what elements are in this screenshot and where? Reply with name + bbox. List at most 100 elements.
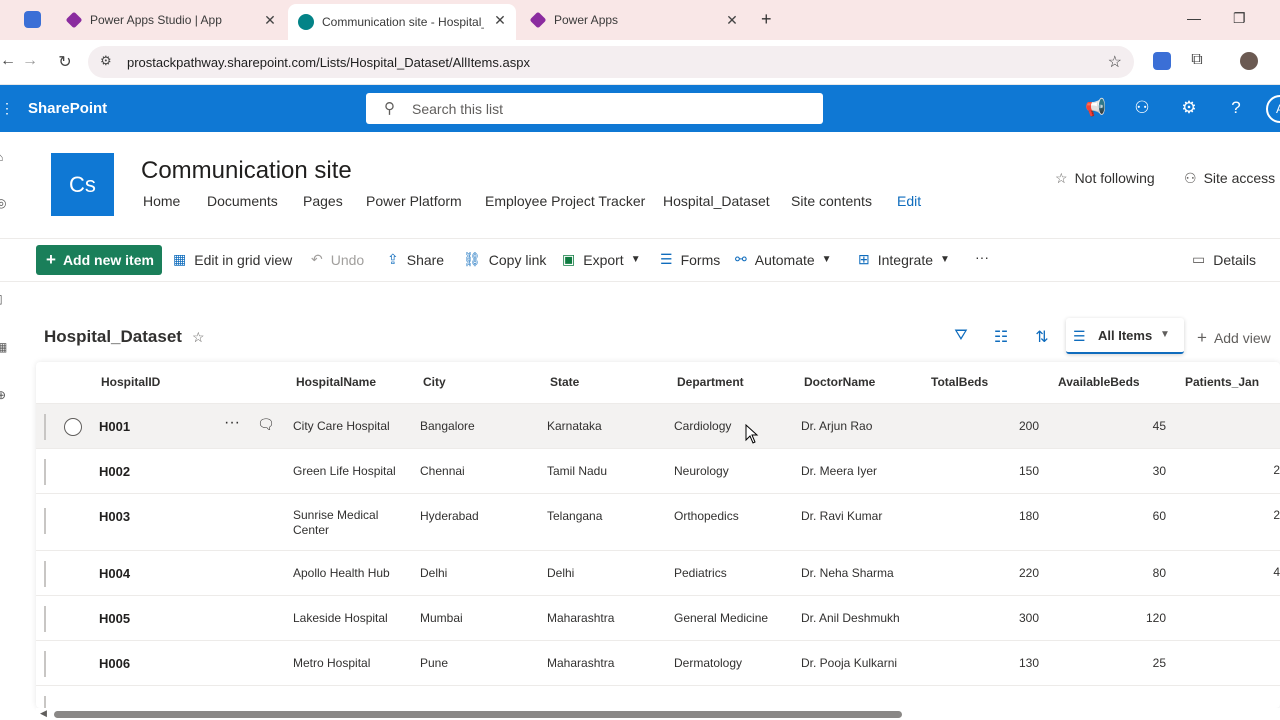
integrate-label: Integrate bbox=[877, 251, 933, 268]
cell-city: Bangalore bbox=[420, 419, 475, 433]
forward-icon[interactable]: → bbox=[20, 52, 40, 70]
table-row-partial[interactable] bbox=[36, 686, 1280, 708]
nav-pages[interactable]: Pages bbox=[303, 193, 343, 209]
profile-icon[interactable] bbox=[1240, 52, 1258, 70]
close-tab-icon[interactable]: ✕ bbox=[492, 12, 508, 29]
undo-button[interactable]: ↶ Undo bbox=[311, 251, 364, 268]
cell-hospitalid[interactable]: H003 bbox=[99, 509, 130, 524]
export-button[interactable]: ▣ Export ▼ bbox=[562, 251, 641, 268]
table-row[interactable]: H002 Green Life Hospital Chennai Tamil N… bbox=[36, 449, 1280, 494]
nav-power-platform[interactable]: Power Platform bbox=[366, 193, 462, 209]
column-header-patients-jan[interactable]: Patients_Jan bbox=[1185, 375, 1259, 389]
tab-actions-icon[interactable] bbox=[24, 11, 41, 28]
site-logo[interactable]: Cs bbox=[51, 153, 114, 216]
help-icon[interactable]: ? bbox=[1225, 98, 1247, 118]
comment-icon[interactable]: 🗨 bbox=[257, 416, 275, 433]
view-selector[interactable]: ☰ All Items ▼ bbox=[1066, 318, 1184, 354]
tab-communication-site[interactable]: Communication site - Hospital_ ✕ bbox=[288, 4, 516, 40]
follow-button[interactable]: ☆ Not following bbox=[1055, 170, 1155, 187]
share-button[interactable]: ⇪ Share bbox=[387, 251, 444, 268]
site-title[interactable]: Communication site bbox=[141, 157, 352, 185]
filter-icon[interactable]: ⛛ bbox=[951, 327, 971, 345]
automate-button[interactable]: ⚯ Automate ▼ bbox=[735, 251, 832, 268]
restore-icon[interactable]: ❐ bbox=[1233, 10, 1246, 27]
nav-edit-link[interactable]: Edit bbox=[897, 193, 921, 209]
row-select-radio[interactable] bbox=[64, 418, 82, 436]
table-row[interactable]: H004 Apollo Health Hub Delhi Delhi Pedia… bbox=[36, 551, 1280, 596]
search-placeholder: Search this list bbox=[412, 101, 504, 117]
cell-hospitalid[interactable]: H001 bbox=[99, 419, 130, 434]
edit-grid-view-button[interactable]: ▦ Edit in grid view bbox=[173, 251, 292, 268]
bookmark-star-icon[interactable]: ☆ bbox=[1108, 52, 1122, 72]
tab-power-apps[interactable]: Power Apps ✕ bbox=[520, 4, 748, 36]
details-button[interactable]: ▭ Details bbox=[1192, 251, 1256, 268]
cell-hospitalid[interactable]: H005 bbox=[99, 611, 130, 626]
nav-employee-project-tracker[interactable]: Employee Project Tracker bbox=[485, 193, 645, 209]
tab-power-apps-studio[interactable]: Power Apps Studio | App ✕ bbox=[58, 4, 286, 36]
close-tab-icon[interactable]: ✕ bbox=[262, 12, 278, 29]
nav-hospital-dataset[interactable]: Hospital_Dataset bbox=[663, 193, 770, 209]
sharepoint-brand[interactable]: SharePoint bbox=[28, 100, 107, 117]
column-header-availablebeds[interactable]: AvailableBeds bbox=[1058, 375, 1140, 389]
create-icon[interactable]: ⊕ bbox=[0, 388, 6, 402]
column-header-department[interactable]: Department bbox=[677, 375, 744, 389]
view-list-icon: ☰ bbox=[1073, 328, 1086, 344]
connections-icon[interactable]: ⚇ bbox=[1131, 98, 1153, 118]
column-header-doctorname[interactable]: DoctorName bbox=[804, 375, 875, 389]
avatar[interactable]: A bbox=[1266, 95, 1280, 123]
add-view-button[interactable]: + Add view bbox=[1197, 328, 1271, 348]
reload-icon[interactable]: ↻ bbox=[55, 52, 75, 72]
cell-availablebeds: 120 bbox=[1145, 611, 1166, 625]
cell-hospitalname: Sunrise Medical Center bbox=[293, 508, 379, 537]
add-new-item-button[interactable]: + Add new item bbox=[36, 245, 162, 275]
copy-link-button[interactable]: ⛓ Copy link bbox=[463, 251, 546, 268]
nav-home[interactable]: Home bbox=[143, 193, 180, 209]
favorite-star-icon[interactable]: ☆ bbox=[192, 329, 205, 345]
scroll-left-arrow-icon[interactable]: ◀ bbox=[40, 708, 47, 719]
more-commands-button[interactable]: ··· bbox=[975, 249, 989, 265]
integrate-button[interactable]: ⊞ Integrate ▼ bbox=[858, 251, 950, 268]
add-view-label: Add view bbox=[1213, 330, 1271, 346]
column-header-hospitalid[interactable]: HospitalID bbox=[101, 375, 160, 389]
files-icon[interactable]: ▯ bbox=[0, 292, 3, 306]
puzzle-icon[interactable]: ⧉ bbox=[1187, 51, 1207, 69]
cell-hospitalid[interactable]: H006 bbox=[99, 656, 130, 671]
app-launcher-icon[interactable]: ⋮ bbox=[0, 100, 14, 117]
close-tab-icon[interactable]: ✕ bbox=[724, 12, 740, 29]
table-row[interactable]: H006 Metro Hospital Pune Maharashtra Der… bbox=[36, 641, 1280, 686]
globe-icon[interactable]: ◎ bbox=[0, 196, 6, 210]
nav-documents[interactable]: Documents bbox=[207, 193, 278, 209]
back-icon[interactable]: ← bbox=[0, 52, 18, 70]
table-row[interactable]: H001 ··· 🗨 City Care Hospital Bangalore … bbox=[36, 404, 1280, 449]
lists-icon[interactable]: ▦ bbox=[0, 340, 7, 354]
megaphone-icon[interactable]: 📢 bbox=[1085, 98, 1107, 118]
cell-hospitalid[interactable]: H004 bbox=[99, 566, 130, 581]
site-access-button[interactable]: ⚇ Site access bbox=[1184, 170, 1275, 187]
forms-button[interactable]: ☰ Forms bbox=[660, 251, 720, 268]
current-view-label: All Items bbox=[1098, 328, 1153, 343]
extension-icon[interactable] bbox=[1153, 52, 1171, 70]
home-icon[interactable]: ⌂ bbox=[0, 150, 3, 164]
settings-gear-icon[interactable]: ⚙ bbox=[1178, 98, 1200, 118]
table-row[interactable]: H005 Lakeside Hospital Mumbai Maharashtr… bbox=[36, 596, 1280, 641]
scrollbar-thumb[interactable] bbox=[54, 711, 902, 718]
cell-patients-jan-clipped: 4 bbox=[1273, 565, 1280, 579]
column-header-state[interactable]: State bbox=[550, 375, 579, 389]
horizontal-scrollbar[interactable]: ◀ bbox=[36, 708, 1280, 720]
column-header-city[interactable]: City bbox=[423, 375, 446, 389]
list-title-text[interactable]: Hospital_Dataset bbox=[44, 327, 182, 346]
site-info-icon[interactable]: ⚙ bbox=[100, 53, 112, 69]
minimize-icon[interactable]: — bbox=[1187, 10, 1201, 26]
search-box[interactable]: ⚲ Search this list bbox=[366, 93, 823, 124]
table-row[interactable]: H003 Sunrise Medical Center Hyderabad Te… bbox=[36, 494, 1280, 551]
column-header-hospitalname[interactable]: HospitalName bbox=[296, 375, 376, 389]
column-header-totalbeds[interactable]: TotalBeds bbox=[931, 375, 988, 389]
new-tab-button[interactable]: + bbox=[761, 9, 772, 30]
people-icon: ⚇ bbox=[1184, 170, 1197, 186]
cell-hospitalid[interactable]: H002 bbox=[99, 464, 130, 479]
sort-icon[interactable]: ⇅ bbox=[1032, 327, 1052, 347]
nav-site-contents[interactable]: Site contents bbox=[791, 193, 872, 209]
more-actions-icon[interactable]: ··· bbox=[224, 414, 240, 432]
group-by-icon[interactable]: ☷ bbox=[991, 327, 1011, 347]
url-field[interactable]: ⚙ prostackpathway.sharepoint.com/Lists/H… bbox=[88, 46, 1134, 78]
